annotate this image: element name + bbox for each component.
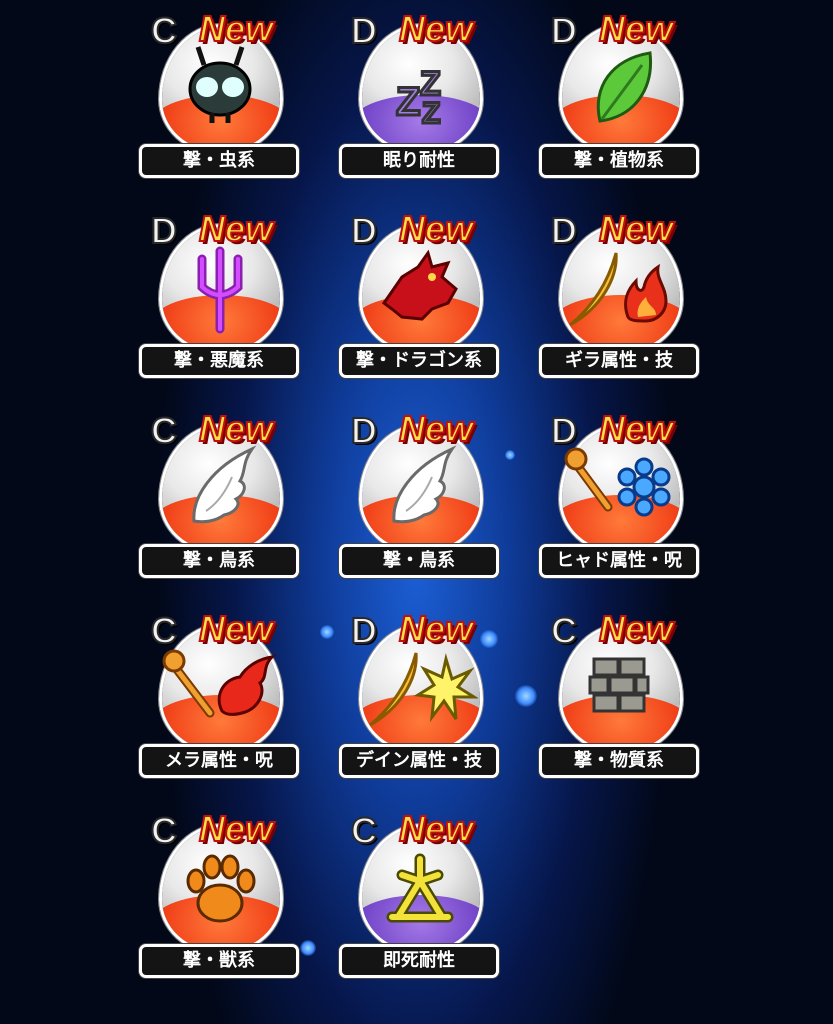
skill-card[interactable]: D New 撃・悪魔系 xyxy=(137,202,299,382)
skill-label: ヒャド属性・呪 xyxy=(539,544,699,578)
rank-letter: C xyxy=(550,609,578,652)
skill-card[interactable]: D New 撃・植物系 xyxy=(537,2,699,182)
sleep-zzz-icon: Z Z Z xyxy=(395,64,443,132)
new-badge: New xyxy=(598,407,674,450)
new-badge: New xyxy=(398,407,474,450)
skill-label: 撃・獣系 xyxy=(139,944,299,978)
paw-icon xyxy=(186,854,256,923)
skill-grid: C New 撃・虫系 Z Z Z D New 眠り耐性 D New 撃・植物系 xyxy=(0,0,833,1024)
staff-ice-icon xyxy=(564,447,671,517)
skill-card[interactable]: C New 撃・物質系 xyxy=(537,602,699,782)
rank-letter: D xyxy=(350,209,378,252)
rank-letter: C xyxy=(350,809,378,852)
new-badge: New xyxy=(598,207,674,250)
wing-icon xyxy=(392,445,457,524)
rank-letter: D xyxy=(350,9,378,52)
rank-letter: C xyxy=(150,9,178,52)
bricks-icon xyxy=(588,657,650,713)
rank-letter: D xyxy=(350,409,378,452)
new-badge: New xyxy=(398,807,474,850)
rank-letter: D xyxy=(550,209,578,252)
rank-letter: D xyxy=(350,609,378,652)
skill-card[interactable]: C New 撃・鳥系 xyxy=(137,402,299,582)
new-badge: New xyxy=(398,7,474,50)
skill-card[interactable]: D New ギラ属性・技 xyxy=(537,202,699,382)
dragon-icon xyxy=(381,249,458,321)
slash-fire-icon xyxy=(569,252,668,327)
svg-text:Z: Z xyxy=(396,80,420,124)
skill-label: 即死耐性 xyxy=(339,944,499,978)
slash-lightning-icon xyxy=(369,652,478,727)
skill-label: 撃・ドラゴン系 xyxy=(339,344,499,378)
skill-label: 撃・物質系 xyxy=(539,744,699,778)
trident-icon xyxy=(197,246,243,334)
skill-card[interactable]: Z Z Z D New 眠り耐性 xyxy=(337,2,499,182)
new-badge: New xyxy=(398,207,474,250)
rank-letter: C xyxy=(150,609,178,652)
skill-label: メラ属性・呪 xyxy=(139,744,299,778)
new-badge: New xyxy=(198,407,274,450)
new-badge: New xyxy=(198,807,274,850)
new-badge: New xyxy=(598,7,674,50)
skill-card[interactable]: C New メラ属性・呪 xyxy=(137,602,299,782)
skill-label: ギラ属性・技 xyxy=(539,344,699,378)
skill-card[interactable]: D New 撃・ドラゴン系 xyxy=(337,202,499,382)
skill-card[interactable]: C New 撃・獣系 xyxy=(137,802,299,982)
skill-label: 撃・植物系 xyxy=(539,144,699,178)
rank-letter: D xyxy=(150,209,178,252)
skill-label: 撃・虫系 xyxy=(139,144,299,178)
new-badge: New xyxy=(198,207,274,250)
skill-label: 撃・鳥系 xyxy=(139,544,299,578)
new-badge: New xyxy=(398,607,474,650)
skill-card[interactable]: D New 撃・鳥系 xyxy=(337,402,499,582)
skill-label: デイン属性・技 xyxy=(339,744,499,778)
skill-label: 撃・悪魔系 xyxy=(139,344,299,378)
skill-card[interactable]: C New 即死耐性 xyxy=(337,802,499,982)
skill-card[interactable]: D New ヒャド属性・呪 xyxy=(537,402,699,582)
skill-card[interactable]: C New 撃・虫系 xyxy=(137,2,299,182)
rank-letter: C xyxy=(150,409,178,452)
staff-fireball-icon xyxy=(162,649,277,718)
wing-icon xyxy=(192,445,257,524)
new-badge: New xyxy=(198,7,274,50)
leaf-icon xyxy=(596,51,653,123)
rank-letter: D xyxy=(550,409,578,452)
death-resist-icon xyxy=(386,853,454,923)
skill-card[interactable]: D New デイン属性・技 xyxy=(337,602,499,782)
new-badge: New xyxy=(198,607,274,650)
skill-label: 撃・鳥系 xyxy=(339,544,499,578)
bug-icon xyxy=(188,46,252,123)
rank-letter: C xyxy=(150,809,178,852)
new-badge: New xyxy=(598,607,674,650)
svg-text:Z: Z xyxy=(422,97,440,130)
rank-letter: D xyxy=(550,9,578,52)
skill-label: 眠り耐性 xyxy=(339,144,499,178)
